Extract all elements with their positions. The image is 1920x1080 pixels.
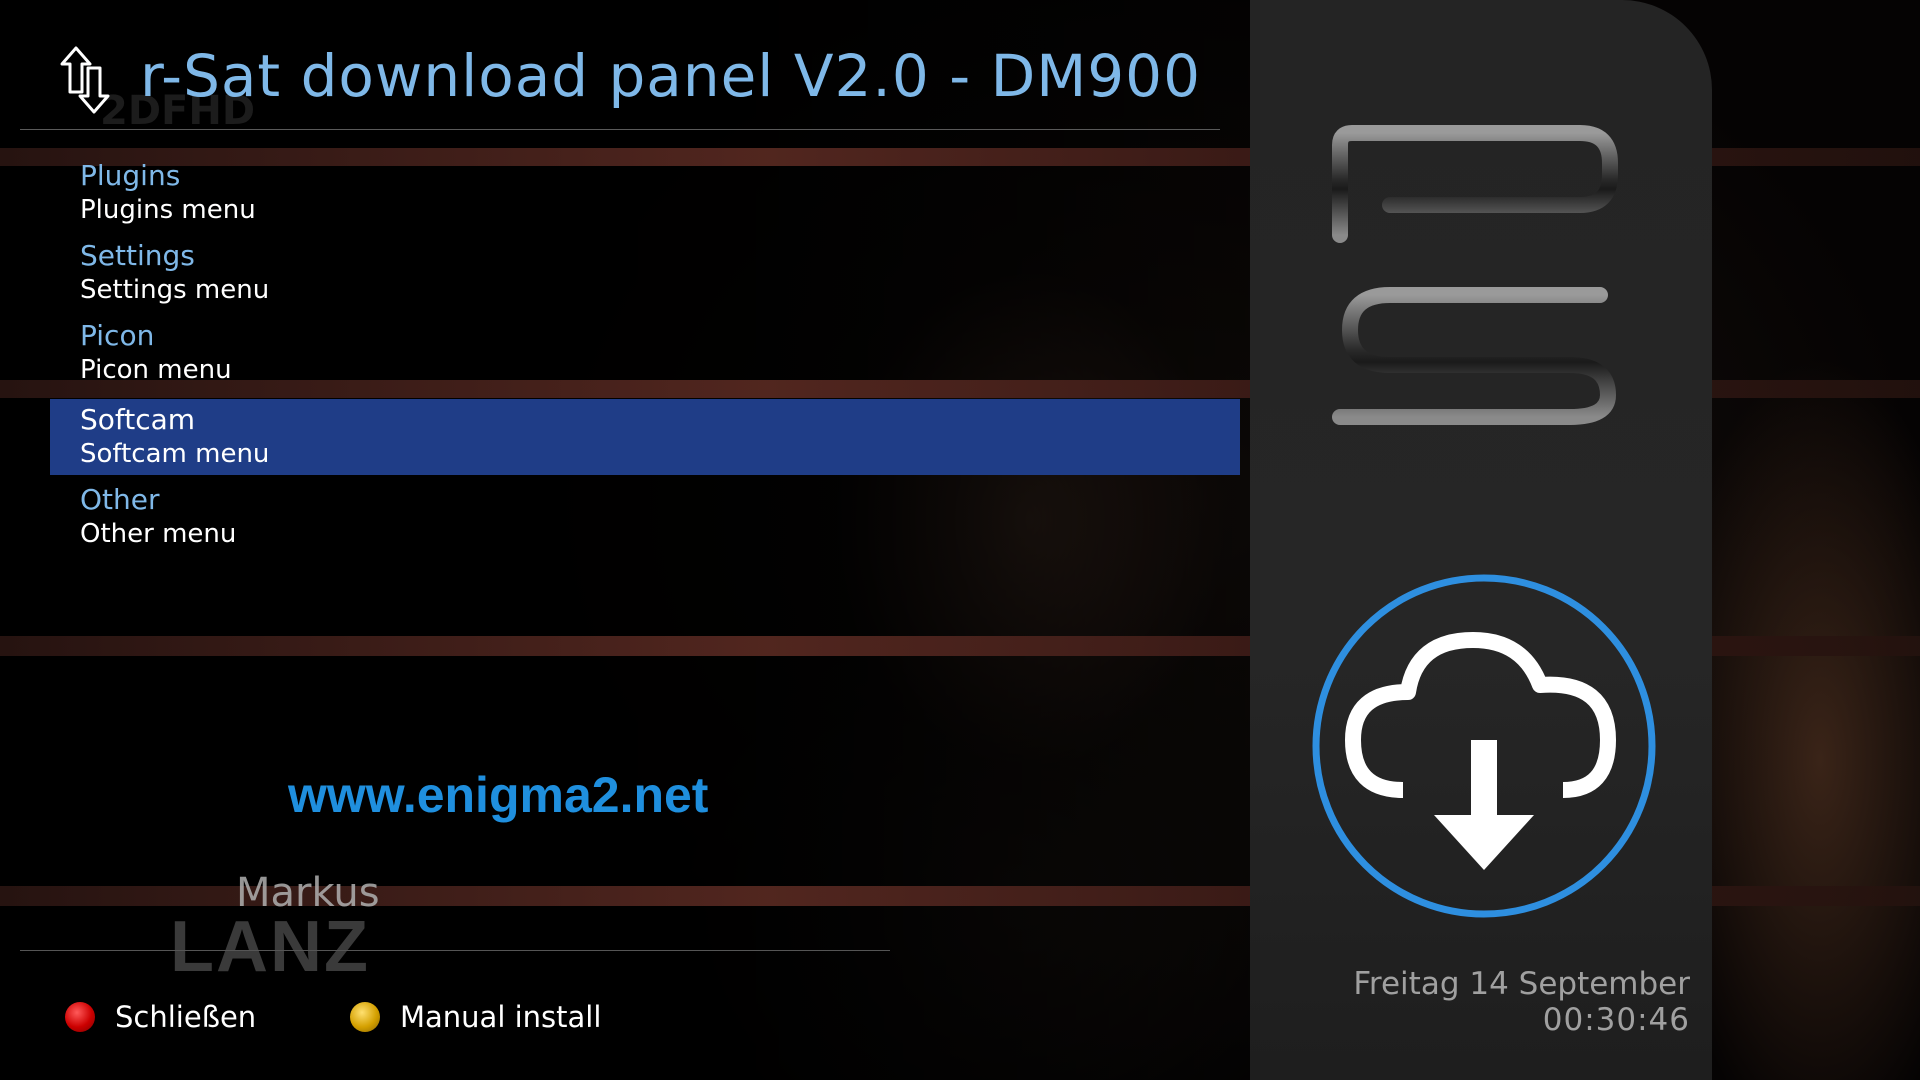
menu-item-title: Plugins bbox=[80, 159, 181, 192]
menu-item-title: Picon bbox=[80, 319, 155, 352]
rs-logo-icon bbox=[1332, 125, 1618, 425]
menu-item-title: Other bbox=[80, 483, 160, 516]
red-button-icon bbox=[65, 1002, 95, 1032]
yellow-key-manual-install[interactable]: Manual install bbox=[350, 1000, 601, 1034]
menu-item-title: Settings bbox=[80, 239, 195, 272]
menu-item-title: Softcam bbox=[80, 403, 196, 436]
menu-item-subtitle: Picon menu bbox=[80, 355, 232, 385]
menu-item-picon[interactable]: Picon Picon menu bbox=[50, 315, 1240, 391]
time-display: 00:30:46 bbox=[1542, 1002, 1690, 1038]
red-key-label: Schließen bbox=[115, 1000, 257, 1034]
date-display: Freitag 14 September bbox=[1353, 966, 1690, 1002]
red-key-close[interactable]: Schließen bbox=[65, 1000, 256, 1034]
menu-item-subtitle: Softcam menu bbox=[80, 439, 270, 469]
page-title: r-Sat download panel V2.0 - DM900 bbox=[140, 42, 1201, 110]
header-divider bbox=[20, 129, 1220, 130]
menu-item-subtitle: Plugins menu bbox=[80, 195, 256, 225]
menu-item-settings[interactable]: Settings Settings menu bbox=[50, 235, 1240, 311]
menu-item-subtitle: Other menu bbox=[80, 519, 237, 549]
menu-item-other[interactable]: Other Other menu bbox=[50, 479, 1240, 555]
menu-list: Plugins Plugins menu Settings Settings m… bbox=[50, 155, 1240, 549]
show-watermark-title: LANZ bbox=[170, 907, 370, 987]
yellow-key-label: Manual install bbox=[400, 1000, 602, 1034]
menu-item-softcam[interactable]: Softcam Softcam menu bbox=[50, 399, 1240, 475]
up-down-arrows-icon bbox=[60, 46, 110, 114]
cloud-download-icon bbox=[1312, 574, 1656, 918]
yellow-button-icon bbox=[350, 1002, 380, 1032]
website-link: www.enigma2.net bbox=[288, 767, 709, 823]
menu-item-subtitle: Settings menu bbox=[80, 275, 270, 305]
menu-item-plugins[interactable]: Plugins Plugins menu bbox=[50, 155, 1240, 231]
footer-divider bbox=[20, 950, 890, 951]
